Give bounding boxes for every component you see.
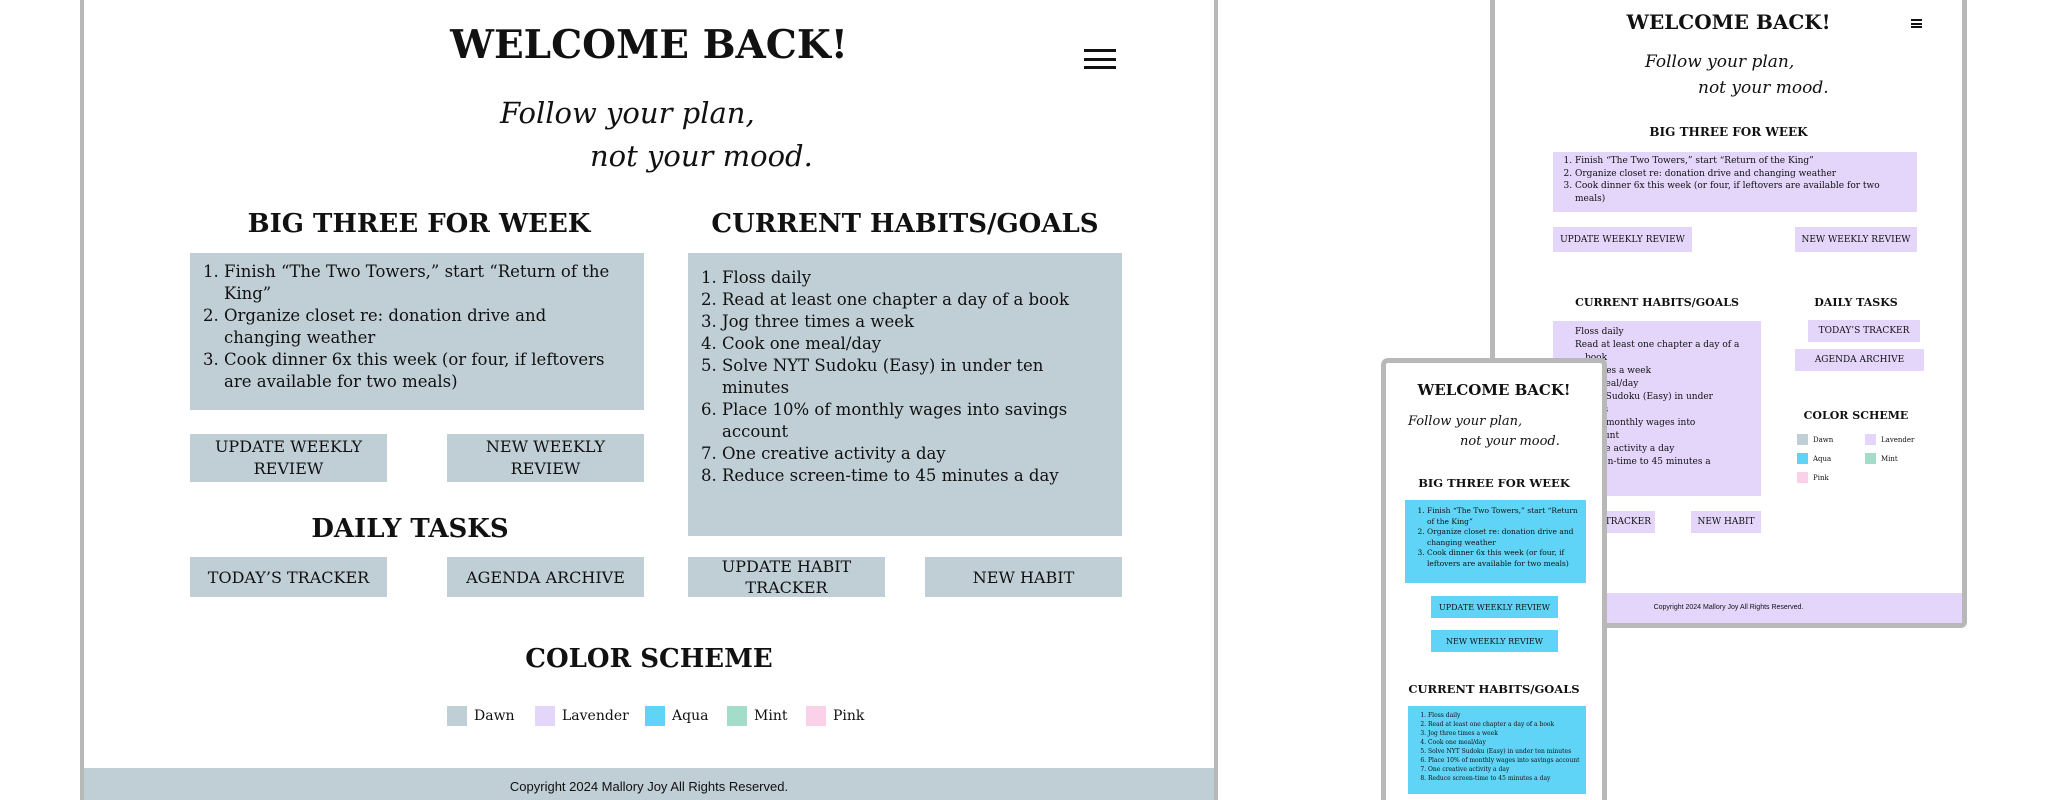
update-weekly-review-button[interactable]: UPDATE WEEKLY REVIEW (1431, 596, 1558, 618)
color-swatch-lavender: Lavender (535, 706, 629, 726)
big-three-item: Cook dinner 6x this week (or four, if le… (1575, 180, 1909, 205)
habit-item: Floss daily (722, 267, 1100, 289)
current-habits-heading: CURRENT HABITS/GOALS (1575, 296, 1739, 309)
habit-item: Place 10% of monthly wages into savings … (1428, 756, 1584, 765)
big-three-list-box: Finish “The Two Towers,” start “Return o… (190, 253, 644, 410)
big-three-item: Finish “The Two Towers,” start “Return o… (1575, 155, 1909, 168)
habit-item: Reduce screen-time to 45 minutes a day (1428, 774, 1584, 783)
page-title: WELCOME BACK! (1626, 10, 1831, 34)
habit-item: Jog three times a week (722, 311, 1100, 333)
big-three-heading: BIG THREE FOR WEEK (1418, 476, 1570, 490)
habit-item: Place 10% of monthly wages into savings … (722, 399, 1100, 443)
big-three-list-box: Finish “The Two Towers,” start “Return o… (1405, 500, 1586, 583)
update-weekly-review-button[interactable]: UPDATE WEEKLY REVIEW (190, 434, 387, 482)
big-three-item: Organize closet re: donation drive and c… (1575, 168, 1909, 181)
habit-item: Cook one meal/day (1428, 738, 1584, 747)
color-swatch-pink: Pink (1797, 472, 1829, 483)
agenda-archive-button[interactable]: AGENDA ARCHIVE (1795, 349, 1924, 371)
new-habit-button[interactable]: NEW HABIT (1691, 511, 1761, 533)
update-habit-tracker-button[interactable]: UPDATE HABIT TRACKER (688, 557, 885, 597)
color-swatch-lavender: Lavender (1865, 434, 1914, 445)
big-three-item: Finish “The Two Towers,” start “Return o… (1427, 506, 1582, 527)
current-habits-list-box: Floss daily Read at least one chapter a … (688, 253, 1122, 536)
todays-tracker-button[interactable]: TODAY’S TRACKER (190, 557, 387, 597)
habit-item: One creative activity a day (1428, 765, 1584, 774)
daily-tasks-heading: DAILY TASKS (311, 514, 509, 544)
tagline-line-1: Follow your plan, (1645, 52, 1795, 72)
habit-item: Reduce screen-time to 45 minutes a day (722, 465, 1100, 487)
big-three-item: Organize closet re: donation drive and c… (1427, 527, 1582, 548)
color-scheme-heading: COLOR SCHEME (1803, 409, 1909, 422)
tagline-line-1: Follow your plan, (500, 96, 755, 130)
new-weekly-review-button[interactable]: NEW WEEKLY REVIEW (1431, 630, 1558, 652)
agenda-archive-button[interactable]: AGENDA ARCHIVE (447, 557, 644, 597)
big-three-item: Finish “The Two Towers,” start “Return o… (224, 261, 622, 305)
color-swatch-mint: Mint (727, 706, 787, 726)
tagline-line-1: Follow your plan, (1408, 414, 1523, 429)
update-weekly-review-button[interactable]: UPDATE WEEKLY REVIEW (1553, 227, 1692, 252)
tagline-line-2: not your mood. (590, 139, 813, 173)
hamburger-menu-icon[interactable] (1084, 49, 1116, 69)
habit-item: Floss daily (1428, 711, 1584, 720)
habit-item: One creative activity a day (722, 443, 1100, 465)
color-swatch-dawn: Dawn (1797, 434, 1833, 445)
hamburger-menu-icon[interactable] (1911, 19, 1922, 28)
big-three-heading: BIG THREE FOR WEEK (247, 209, 591, 239)
color-swatch-aqua: Aqua (645, 706, 708, 726)
current-habits-heading: CURRENT HABITS/GOALS (1408, 682, 1580, 696)
habit-item: Cook one meal/day (722, 333, 1100, 355)
page-title: WELCOME BACK! (1417, 381, 1571, 399)
big-three-item: Cook dinner 6x this week (or four, if le… (224, 349, 622, 393)
new-weekly-review-button[interactable]: NEW WEEKLY REVIEW (1795, 227, 1917, 252)
current-habits-heading: CURRENT HABITS/GOALS (711, 209, 1099, 239)
tagline-line-2: not your mood. (1698, 78, 1829, 98)
big-three-item: Cook dinner 6x this week (or four, if le… (1427, 548, 1582, 569)
phone-mockup: WELCOME BACK! Follow your plan, not your… (1381, 358, 1607, 800)
todays-tracker-button[interactable]: TODAY’S TRACKER (1808, 320, 1920, 342)
habit-item: Read at least one chapter a day of a boo… (722, 289, 1100, 311)
color-swatch-pink: Pink (806, 706, 864, 726)
new-habit-button[interactable]: NEW HABIT (925, 557, 1122, 597)
tagline-line-2: not your mood. (1460, 434, 1560, 449)
new-weekly-review-button[interactable]: NEW WEEKLY REVIEW (447, 434, 644, 482)
color-swatch-dawn: Dawn (447, 706, 515, 726)
habit-item: Read at least one chapter a day of a boo… (1428, 720, 1584, 729)
current-habits-list-box: Floss daily Read at least one chapter a … (1408, 706, 1586, 794)
footer: Copyright 2024 Mallory Joy All Rights Re… (84, 768, 1214, 800)
habit-item: Read at least one chapter a day of a (1575, 340, 1740, 350)
big-three-item: Organize closet re: donation drive and c… (224, 305, 622, 349)
color-swatch-aqua: Aqua (1797, 453, 1831, 464)
habit-item: Solve NYT Sudoku (Easy) in under ten min… (1428, 747, 1584, 756)
habit-item: Solve NYT Sudoku (Easy) in under ten min… (722, 355, 1100, 399)
desktop-mockup: WELCOME BACK! Follow your plan, not your… (80, 0, 1218, 800)
big-three-heading: BIG THREE FOR WEEK (1649, 125, 1808, 139)
color-scheme-heading: COLOR SCHEME (525, 644, 773, 674)
big-three-list-box: Finish “The Two Towers,” start “Return o… (1553, 152, 1917, 212)
habit-item: Jog three times a week (1428, 729, 1584, 738)
color-swatch-mint: Mint (1865, 453, 1898, 464)
habit-item: Floss daily (1575, 327, 1624, 337)
page-title: WELCOME BACK! (450, 22, 848, 68)
daily-tasks-heading: DAILY TASKS (1814, 296, 1898, 309)
